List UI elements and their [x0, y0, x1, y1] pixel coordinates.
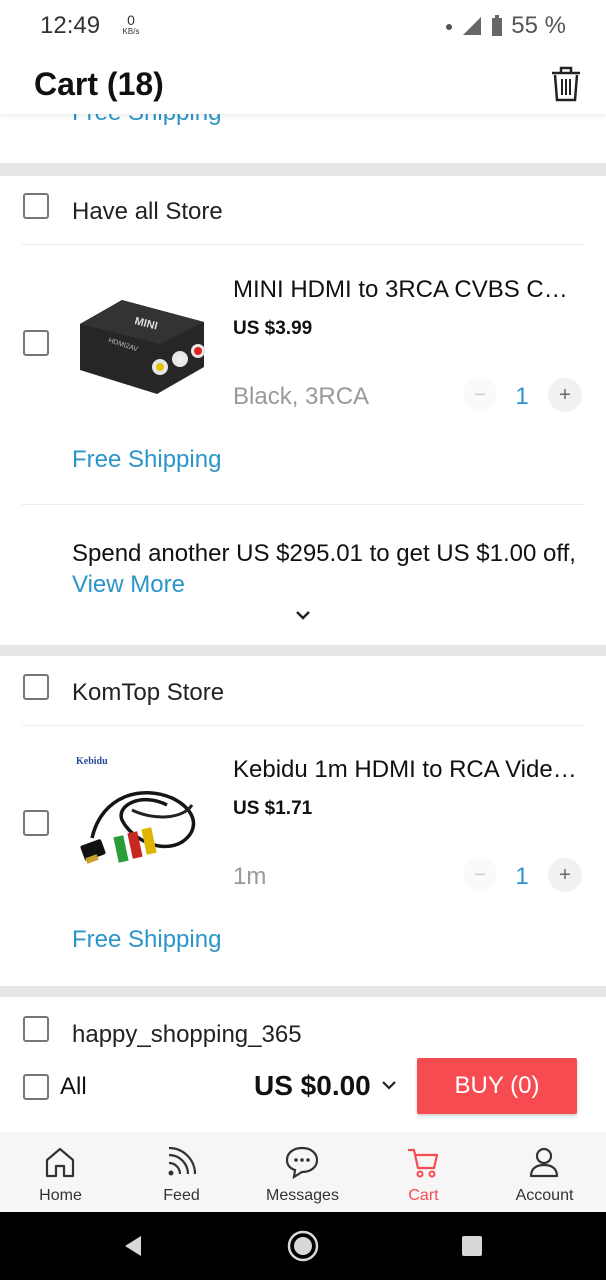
system-nav-bar	[0, 1212, 606, 1280]
free-shipping: Free Shipping	[72, 926, 222, 953]
select-all-label[interactable]: All	[60, 1073, 87, 1101]
tab-feed[interactable]: Feed	[121, 1132, 242, 1212]
image-brand: Kebidu	[76, 756, 108, 767]
tab-label: Cart	[408, 1187, 439, 1204]
quantity-value[interactable]: 1	[507, 383, 537, 411]
item-checkbox[interactable]	[23, 330, 49, 356]
store-card: KomTop Store Kebidu Kebidu 1m HDMI to RC…	[0, 656, 606, 986]
back-icon[interactable]	[121, 1234, 145, 1258]
product-image[interactable]: Kebidu	[72, 750, 212, 890]
product-variant[interactable]: 1m	[233, 863, 266, 891]
store-card: Have all Store MINI HDMI2AV MINI HDMI to…	[0, 176, 606, 645]
product-price: US $3.99	[233, 318, 313, 339]
free-shipping: Free Shipping	[72, 114, 221, 127]
product-image[interactable]: MINI HDMI2AV	[72, 272, 212, 412]
net-speed: 0 KB/s	[118, 12, 144, 37]
net-speed-value: 0	[127, 12, 135, 28]
free-shipping: Free Shipping	[72, 446, 222, 473]
buy-button[interactable]: BUY (0)	[417, 1058, 577, 1114]
chevron-down-icon[interactable]	[294, 609, 312, 621]
quantity-value[interactable]: 1	[507, 863, 537, 891]
cart-content[interactable]: Free Shipping Have all Store MINI HDMI2A…	[0, 114, 606, 1054]
cart-header: Cart (18)	[0, 56, 606, 114]
chevron-down-icon[interactable]	[380, 1076, 398, 1094]
store-checkbox[interactable]	[23, 1016, 49, 1042]
status-bar: 12:49 0 KB/s ● 55 %	[0, 0, 606, 56]
divider	[22, 504, 584, 505]
trash-icon[interactable]	[548, 64, 584, 104]
tab-home[interactable]: Home	[0, 1132, 121, 1212]
messages-icon	[285, 1146, 319, 1180]
battery-icon	[492, 15, 503, 36]
product-variant[interactable]: Black, 3RCA	[233, 383, 369, 411]
product-title[interactable]: Kebidu 1m HDMI to RCA Video Audio AV Cab…	[233, 756, 578, 784]
divider	[22, 244, 584, 245]
store-name[interactable]: KomTop Store	[72, 679, 224, 707]
store-name[interactable]: happy_shopping_365	[72, 1021, 302, 1049]
home-icon	[45, 1147, 75, 1178]
tab-label: Account	[515, 1187, 574, 1204]
divider	[22, 725, 584, 726]
dot-icon: ●	[444, 18, 454, 34]
tab-label: Messages	[266, 1187, 339, 1204]
tab-label: Feed	[163, 1187, 200, 1204]
store-card-previous: Free Shipping	[0, 114, 606, 163]
decrease-quantity-button[interactable]: −	[463, 378, 497, 412]
product-price: US $1.71	[233, 798, 313, 819]
decrease-quantity-button[interactable]: −	[463, 858, 497, 892]
tab-account[interactable]: Account	[484, 1132, 605, 1212]
tab-label: Home	[39, 1187, 82, 1204]
signal-icon	[463, 17, 482, 35]
total-price[interactable]: US $0.00	[254, 1070, 371, 1102]
recents-icon[interactable]	[461, 1235, 483, 1257]
promo-message: Spend another US $295.01 to get US $1.00…	[72, 540, 576, 567]
tab-bar: Home Feed Messages Cart Account	[0, 1132, 606, 1212]
item-checkbox[interactable]	[23, 810, 49, 836]
store-checkbox[interactable]	[23, 193, 49, 219]
store-name[interactable]: Have all Store	[72, 198, 223, 226]
account-icon	[529, 1147, 559, 1178]
cart-icon	[408, 1148, 439, 1178]
net-speed-unit: KB/s	[122, 27, 140, 36]
tab-cart[interactable]: Cart	[363, 1132, 484, 1212]
battery-percent: 55 %	[511, 12, 566, 39]
view-more-link[interactable]: View More	[72, 571, 185, 598]
home-circle-icon[interactable]	[286, 1229, 320, 1263]
status-right: ● 55 %	[445, 12, 566, 40]
status-time: 12:49	[40, 12, 101, 39]
page-title: Cart (18)	[34, 66, 164, 102]
product-title[interactable]: MINI HDMI to 3RCA CVBS Composite Video A…	[233, 276, 578, 304]
promo-text: Spend another US $295.01 to get US $1.00…	[72, 538, 582, 600]
select-all-checkbox[interactable]	[23, 1074, 49, 1100]
increase-quantity-button[interactable]: +	[548, 378, 582, 412]
tab-messages[interactable]: Messages	[242, 1132, 363, 1212]
feed-icon	[168, 1146, 197, 1176]
increase-quantity-button[interactable]: +	[548, 858, 582, 892]
store-checkbox[interactable]	[23, 674, 49, 700]
store-card: happy_shopping_365	[0, 997, 606, 1054]
checkout-bar: All US $0.00 BUY (0)	[0, 1054, 606, 1132]
